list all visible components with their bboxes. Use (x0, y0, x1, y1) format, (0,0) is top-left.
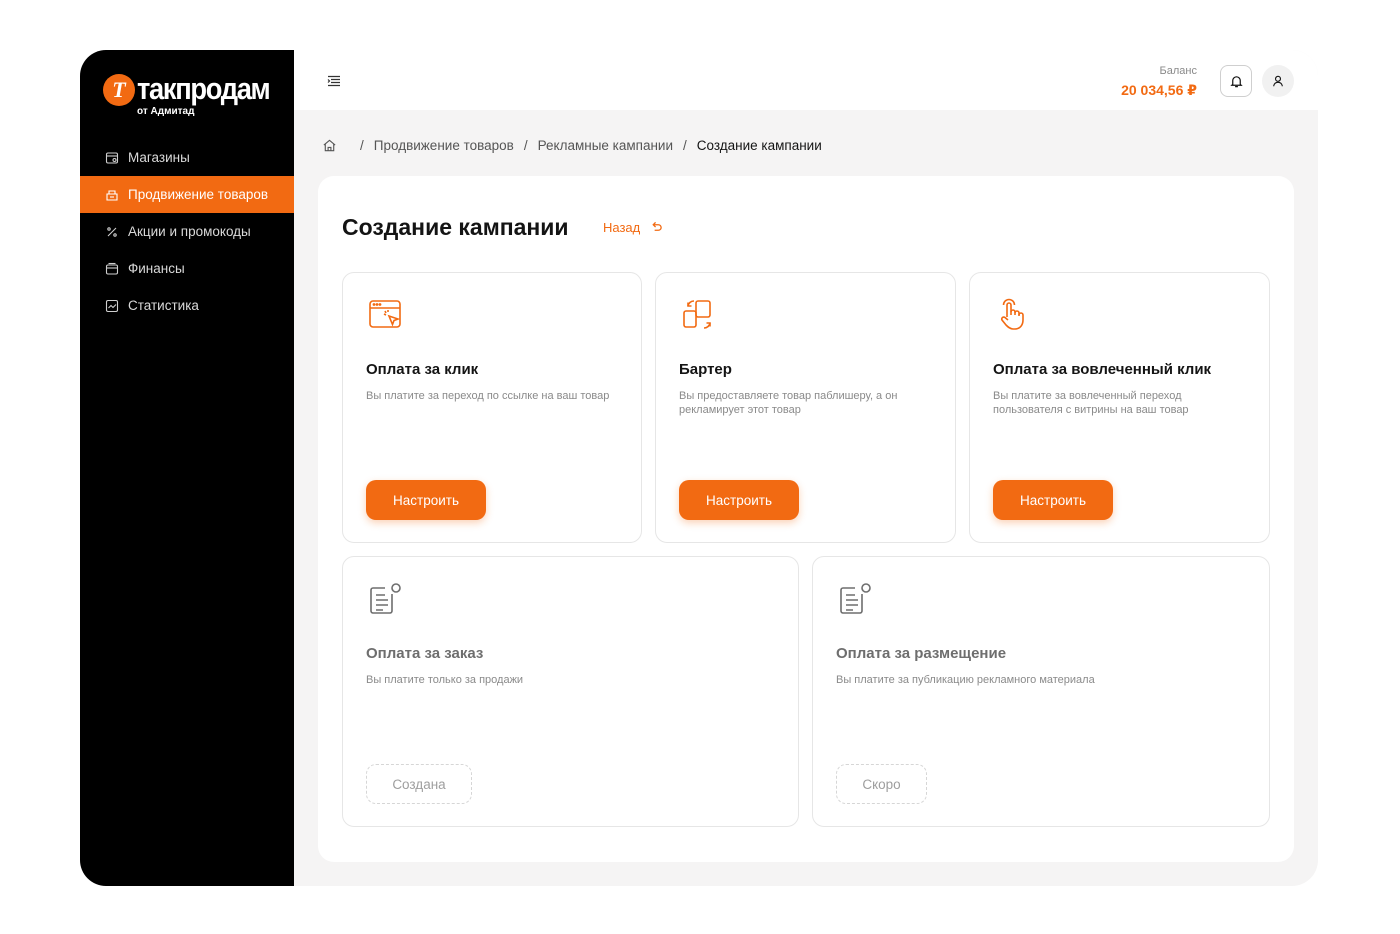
page-title: Создание кампании (342, 214, 569, 240)
card-description: Вы предоставляете товар паблишеру, а он … (679, 390, 898, 416)
breadcrumb-link-promotion[interactable]: Продвижение товаров (374, 138, 514, 153)
user-icon (1273, 75, 1283, 87)
notifications-button[interactable] (1220, 65, 1252, 97)
main-panel: Создание кампании Назад Оплата за клик В… (318, 176, 1294, 862)
balance: Баланс 20 034,56 ₽ (1121, 64, 1197, 100)
logo-mark: Т (103, 74, 135, 106)
sidebar-item-statistics[interactable]: Статистика (80, 287, 294, 324)
card-description: Вы платите за переход по ссылке на ваш т… (366, 390, 610, 402)
sidebar-item-label: Статистика (128, 298, 199, 313)
breadcrumb-separator: / (683, 138, 687, 153)
created-button: Создана (366, 764, 472, 804)
campaign-card-engaged-click: Оплата за вовлеченный клик Вы платите за… (969, 272, 1270, 543)
configure-button[interactable]: Настроить (366, 480, 486, 520)
profile-button[interactable] (1262, 65, 1294, 97)
sidebar-item-promos[interactable]: Акции и промокоды (80, 213, 294, 250)
breadcrumb: / Продвижение товаров / Рекламные кампан… (322, 138, 822, 153)
sidebar-item-label: Акции и промокоды (128, 224, 251, 239)
card-title: Бартер (679, 361, 732, 378)
balance-value: 20 034,56 ₽ (1121, 82, 1197, 98)
hand-pointer-icon (994, 297, 1030, 333)
card-title: Оплата за клик (366, 361, 479, 378)
brand-logo[interactable]: Т такпродам от Адмитад (103, 71, 283, 122)
sidebar-item-finance[interactable]: Финансы (80, 250, 294, 287)
sidebar-item-label: Финансы (128, 261, 185, 276)
chart-icon (105, 299, 119, 313)
sidebar-item-label: Продвижение товаров (128, 187, 269, 202)
topbar: Баланс 20 034,56 ₽ (294, 50, 1318, 110)
sidebar-nav: Магазины Продвижение товаров Акции и про… (80, 139, 294, 324)
document-list-icon (837, 581, 873, 617)
sidebar: Т такпродам от Адмитад Магазины Продвиже… (80, 50, 294, 886)
coming-soon-button: Скоро (836, 764, 927, 804)
wallet-icon (105, 262, 119, 276)
sidebar-item-stores[interactable]: Магазины (80, 139, 294, 176)
campaign-card-cpc: Оплата за клик Вы платите за переход по … (342, 272, 642, 543)
configure-button[interactable]: Настроить (679, 480, 799, 520)
card-description: Вы платите за публикацию рекламного мате… (836, 674, 1095, 686)
menu-collapse-icon[interactable] (326, 73, 342, 89)
app-window: Т такпродам от Адмитад Магазины Продвиже… (80, 50, 1318, 886)
card-title: Оплата за вовлеченный клик (993, 361, 1212, 378)
campaign-card-barter: Бартер Вы предоставляете товар паблишеру… (655, 272, 956, 543)
configure-button[interactable]: Настроить (993, 480, 1113, 520)
breadcrumb-link-campaigns[interactable]: Рекламные кампании (538, 138, 673, 153)
brand-subtitle: от Адмитад (137, 106, 195, 117)
campaign-card-cpa: Оплата за заказ Вы платите только за про… (342, 556, 799, 827)
card-description: Вы платите только за продажи (366, 674, 524, 686)
breadcrumb-current: Создание кампании (696, 138, 822, 153)
browser-click-icon (367, 297, 403, 333)
campaign-card-placement: Оплата за размещение Вы платите за публи… (812, 556, 1270, 827)
bell-icon (1229, 75, 1243, 87)
store-icon (105, 151, 119, 165)
card-description: Вы платите за вовлеченный переход пользо… (993, 390, 1189, 416)
breadcrumb-separator: / (523, 138, 528, 153)
barter-exchange-icon (680, 297, 716, 333)
percent-icon (105, 225, 119, 239)
back-label: Назад (603, 220, 641, 235)
balance-label: Баланс (1159, 65, 1197, 77)
home-icon[interactable] (322, 138, 337, 153)
promotion-icon (105, 188, 119, 202)
card-title: Оплата за размещение (836, 645, 1007, 662)
undo-arrow-icon (652, 221, 662, 231)
card-title: Оплата за заказ (366, 645, 484, 662)
breadcrumb-separator: / (360, 138, 364, 153)
brand-name: такпродам (137, 71, 271, 106)
sidebar-item-promotion[interactable]: Продвижение товаров (80, 176, 294, 213)
document-list-icon (367, 581, 403, 617)
back-button[interactable]: Назад (603, 220, 663, 235)
sidebar-item-label: Магазины (128, 150, 190, 165)
